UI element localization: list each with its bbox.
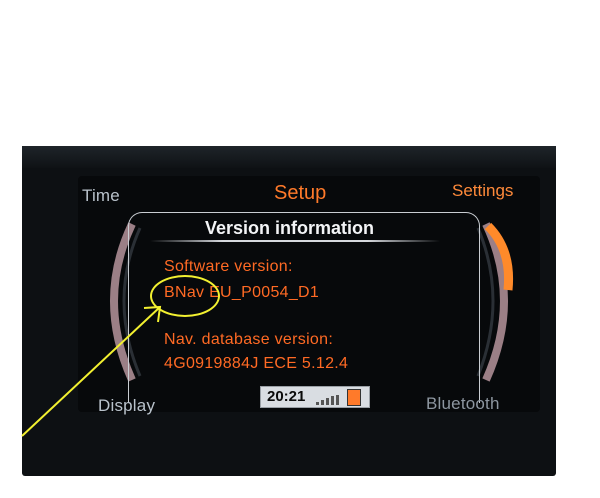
annotation-arrow-icon [21, 305, 162, 437]
